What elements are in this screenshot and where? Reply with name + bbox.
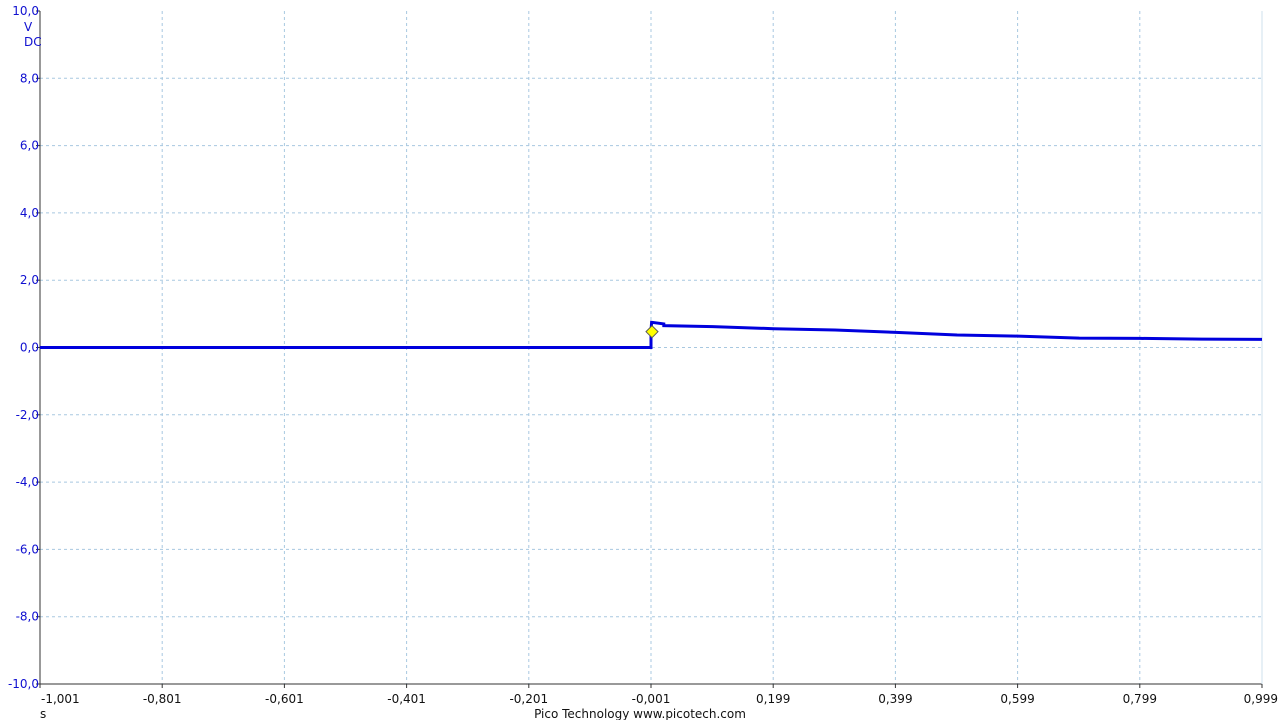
x-tick-label: -0,401	[387, 692, 426, 706]
footer-credit: Pico Technology www.picotech.com	[534, 707, 746, 720]
y-tick-label: 0,0	[20, 341, 39, 355]
y-tick-label: 4,0	[20, 206, 39, 220]
y-tick-label: -2,0	[16, 408, 39, 422]
x-unit-label: s	[40, 707, 46, 720]
x-tick-label: -0,601	[265, 692, 304, 706]
y-tick-label: 2,0	[20, 273, 39, 287]
y-tick-label: -10,0	[8, 677, 39, 691]
x-tick-label: -0,801	[143, 692, 182, 706]
y-tick-label: -6,0	[16, 542, 39, 556]
x-tick-label: 0,199	[756, 692, 790, 706]
x-tick-label: 0,399	[878, 692, 912, 706]
y-tick-label: 6,0	[20, 139, 39, 153]
y-coupling-label: DC	[24, 35, 42, 49]
y-tick-label: -8,0	[16, 610, 39, 624]
x-tick-label: -0,001	[632, 692, 671, 706]
y-tick-label: 10,0	[12, 4, 39, 18]
plot-background	[0, 0, 1280, 720]
x-tick-label: 0,599	[1000, 692, 1034, 706]
x-tick-label: -0,201	[509, 692, 548, 706]
scope-chart: 10,0 8,0 6,0 4,0 2,0 0,0 -2,0 -4,0 -6,0 -8,0 -10,0…	[0, 0, 1280, 720]
x-tick-label: 0,799	[1123, 692, 1157, 706]
y-tick-label: -4,0	[16, 475, 39, 489]
y-unit-label: V	[24, 20, 33, 34]
x-tick-label: 0,999	[1244, 692, 1278, 706]
y-tick-label: 8,0	[20, 71, 39, 85]
x-tick-label: -1,001	[41, 692, 80, 706]
